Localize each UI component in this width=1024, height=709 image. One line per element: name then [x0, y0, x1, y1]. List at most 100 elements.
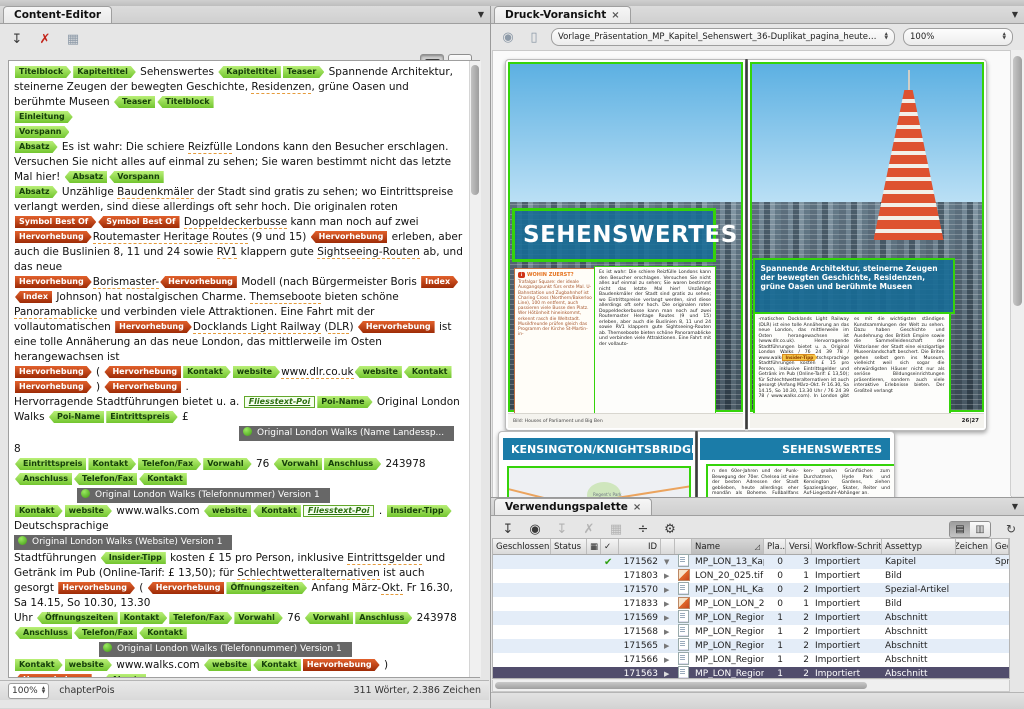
page-number: 26|27 [962, 418, 979, 424]
palette-horizontal-scrollbar[interactable] [492, 680, 1010, 692]
col-assettyp[interactable]: Assettyp [882, 539, 956, 554]
palette-delete-icon[interactable]: ✗ [580, 520, 598, 538]
expand-icon[interactable]: ▶ [661, 600, 675, 608]
page-icon[interactable]: ▯ [525, 28, 543, 46]
zoom-stepper-icon[interactable]: ▲▼ [42, 687, 45, 695]
editor-scroll-thumb[interactable] [471, 65, 479, 195]
tag-close-vorspann: Vorspann [109, 171, 163, 183]
editor-text-flagged: Okt. [381, 582, 403, 595]
col-status[interactable]: Status [551, 539, 587, 554]
editor-text-flagged: Baudenkmäler [117, 186, 194, 199]
expand-icon[interactable]: ▶ [661, 586, 675, 594]
cell: 171565 [619, 641, 661, 651]
column-view-button[interactable]: ▥ [970, 522, 990, 537]
tag-close-teaser: Teaser [114, 96, 155, 108]
expand-icon[interactable]: ▶ [661, 614, 675, 622]
palette-hscroll-thumb[interactable] [495, 682, 867, 689]
tag-open-symbol best of: Symbol Best Of [15, 216, 96, 228]
list-view-button[interactable]: ▤ [950, 522, 970, 537]
chapter-header-text: SEHENSWERTES [782, 443, 882, 456]
tab-druck-voransicht[interactable]: Druck-Voransicht × [494, 6, 631, 23]
expand-icon[interactable]: ▶ [661, 572, 675, 580]
col-zeichen[interactable]: Zeichen [956, 539, 992, 554]
palette-panel-menu-caret[interactable]: ▼ [1012, 502, 1018, 511]
col-workflow[interactable]: Workflow-Schritt [812, 539, 882, 554]
preview-panel-menu-caret[interactable]: ▼ [1012, 10, 1018, 19]
cell: Bild [882, 599, 956, 609]
import-icon[interactable]: ↧ [8, 30, 26, 48]
col-geschlossen[interactable]: Geschlossen [493, 539, 551, 554]
close-icon[interactable]: × [611, 10, 619, 21]
col-icon[interactable] [675, 539, 692, 554]
save-icon[interactable]: ▦ [64, 30, 82, 48]
expand-icon[interactable]: ▶ [661, 656, 675, 664]
cell: 2 [786, 669, 812, 679]
wohin-zuerst-box[interactable]: iWOHIN ZUERST? Trafalgar Square: der ide… [514, 268, 596, 414]
palette-divide-icon[interactable]: ÷ [634, 520, 652, 538]
content-reference-bar[interactable]: Original London Walks (Telefonnummer) Ve… [99, 642, 352, 657]
tag-close-website: website [204, 659, 251, 671]
editor-text: Uhr [14, 612, 36, 624]
gear-icon[interactable]: ⚙ [661, 520, 679, 538]
expand-open-icon[interactable]: ▼ [661, 558, 675, 566]
table-row-171569[interactable]: 171569▶MP_LON_RegionStadtv...12Importier… [493, 611, 1009, 625]
table-row-171565[interactable]: 171565▶MP_LON_RegionStadtv...12Importier… [493, 639, 1009, 653]
right-page-body-frame[interactable]: -matischen Docklands Light Railway (DLR)… [753, 312, 951, 416]
refresh-icon[interactable]: ↻ [1006, 522, 1016, 536]
tag-close-hervorhebung: Hervorhebung [358, 321, 435, 333]
chapter-title-frame[interactable]: SEHENSWERTES [512, 208, 716, 262]
preview-vertical-scrollbar[interactable] [1010, 50, 1024, 496]
preview-zoom-select[interactable]: 100% ▲▼ [903, 28, 1013, 46]
table-row-171568[interactable]: 171568▶MP_LON_RegionStadtv...12Importier… [493, 625, 1009, 639]
magazine-spread-1: SEHENSWERTES iWOHIN ZUERST? Trafalgar Sq… [505, 59, 987, 429]
table-row-171833[interactable]: 171833▶MP_LON_LON_20_SV...01ImportiertBi… [493, 597, 1009, 611]
col-id[interactable]: ID [619, 539, 661, 554]
table-row-171570[interactable]: 171570▶MP_LON_HL_Kasten_S...02Importiert… [493, 583, 1009, 597]
region-map[interactable]: Regent's Park West Kilburn [507, 466, 691, 498]
content-reference-bar[interactable]: Original London Walks (Name Landessp... [239, 426, 454, 441]
palette-import-disabled-icon[interactable]: ↧ [553, 520, 571, 538]
preview-scroll-thumb[interactable] [1013, 56, 1022, 306]
editor-vertical-scrollbar[interactable] [469, 61, 481, 677]
editor-zoom-select[interactable]: 100% ▲▼ [8, 683, 49, 699]
editor-text-area[interactable]: TitelblockKapiteltitel Sehenswertes Kapi… [8, 60, 480, 678]
tag-open-kontakt: Kontakt [15, 659, 63, 671]
table-row-171566[interactable]: 171566▶MP_LON_RegionStadtv...12Importier… [493, 653, 1009, 667]
col-name[interactable]: Name◿ [692, 539, 764, 554]
col-check-icon[interactable]: ✓ [601, 539, 619, 554]
content-reference-bar[interactable]: Original London Walks (Telefonnummer) Ve… [77, 488, 330, 503]
table-row-171562[interactable]: ✔171562▼MP_LON_13_Kapitel_POIs...03Impor… [493, 555, 1009, 569]
expand-icon[interactable]: ▶ [661, 628, 675, 636]
col-geoeffnet[interactable]: Geöffnet v [992, 539, 1009, 554]
spread1-left-page: SEHENSWERTES iWOHIN ZUERST? Trafalgar Sq… [505, 59, 745, 431]
preview-file-select[interactable]: Vorlage_Präsentation_MP_Kapitel_Sehenswe… [551, 28, 895, 46]
left-page-body-column[interactable]: Es ist wahr: Die schiere Reizfülle Londo… [594, 266, 716, 416]
tab-verwendungspalette[interactable]: Verwendungspalette × [494, 498, 652, 515]
tag-open-website: website [65, 659, 112, 671]
discard-icon[interactable]: ✗ [36, 30, 54, 48]
editor-text: Modell (nach Bürgermeister Boris [238, 276, 420, 288]
cell: Spezial-Artikel [882, 585, 956, 595]
eye-icon[interactable]: ◉ [499, 28, 517, 46]
tag-open-insider-tipp: Insider-Tipp [387, 505, 452, 517]
palette-import-icon[interactable]: ↧ [499, 520, 517, 538]
col-arrow[interactable] [661, 539, 675, 554]
col-grid-icon[interactable]: ▦ [587, 539, 601, 554]
table-row-171803[interactable]: 171803▶LON_20_025.tif01ImportiertBild [493, 569, 1009, 583]
table-row-171563[interactable]: 171563▶MP_LON_RegionStadtv...12Importier… [493, 667, 1009, 679]
palette-eye-icon[interactable]: ◉ [526, 520, 544, 538]
teaser-frame[interactable]: Spannende Architektur, steinerne Zeugen … [753, 258, 955, 314]
tag-open-kontakt: Kontakt [15, 505, 63, 517]
spread2-body-frame[interactable]: n den 60er-Jahren und der Punk-Bewegung … [706, 464, 895, 498]
palette-close-icon[interactable]: × [633, 502, 641, 513]
expand-icon[interactable]: ▶ [661, 670, 675, 678]
col-pla[interactable]: Pla... [764, 539, 786, 554]
expand-icon[interactable]: ▶ [661, 642, 675, 650]
tab-content-editor[interactable]: Content-Editor [3, 6, 112, 23]
palette-save-icon[interactable]: ▦ [607, 520, 625, 538]
tag-close-kontakt: Kontakt [139, 627, 187, 639]
editor-panel-menu-caret[interactable]: ▼ [478, 10, 484, 19]
col-versi[interactable]: Versi... [786, 539, 812, 554]
content-reference-bar[interactable]: Original London Walks (Website) Version … [14, 535, 232, 550]
preview-canvas[interactable]: SEHENSWERTES iWOHIN ZUERST? Trafalgar Sq… [492, 50, 1012, 498]
